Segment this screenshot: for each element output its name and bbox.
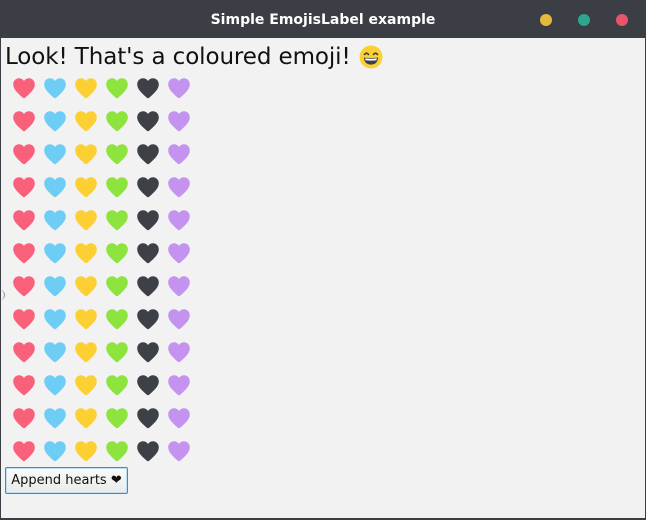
blue-heart-icon [44,177,66,198]
green-heart-icon [106,111,128,132]
close-button[interactable] [616,14,628,26]
heart-row [12,275,198,308]
blue-heart-icon [44,78,66,99]
red-heart-icon [13,78,35,99]
black-heart-icon [137,408,159,429]
blue-heart-icon [44,111,66,132]
yellow-heart-icon [75,210,97,231]
blue-heart-icon [44,309,66,330]
heart-row [12,77,198,110]
red-heart-icon [13,375,35,396]
purple-heart-icon [168,408,190,429]
red-heart-icon [13,177,35,198]
green-heart-icon [106,408,128,429]
append-hearts-button[interactable]: Append hearts ❤ [5,467,128,494]
blue-heart-icon [44,276,66,297]
black-heart-icon [137,243,159,264]
purple-heart-icon [168,210,190,231]
heart-row [12,209,198,242]
maximize-button[interactable] [578,14,590,26]
black-heart-icon [137,210,159,231]
blue-heart-icon [44,144,66,165]
green-heart-icon [106,243,128,264]
red-heart-icon [13,111,35,132]
green-heart-icon [106,177,128,198]
heart-row [12,176,198,209]
yellow-heart-icon [75,408,97,429]
heart-row [12,374,198,407]
red-heart-icon [13,210,35,231]
purple-heart-icon [168,111,190,132]
black-heart-icon [137,78,159,99]
purple-heart-icon [168,243,190,264]
heart-row [12,242,198,275]
yellow-heart-icon [75,111,97,132]
yellow-heart-icon [75,177,97,198]
yellow-heart-icon [75,309,97,330]
yellow-heart-icon [75,78,97,99]
black-heart-icon [137,342,159,363]
heart-row [12,341,198,374]
purple-heart-icon [168,309,190,330]
green-heart-icon [106,375,128,396]
red-heart-icon [13,144,35,165]
red-heart-icon [13,441,35,462]
blue-heart-icon [44,342,66,363]
black-heart-icon [137,309,159,330]
heart-row [12,308,198,341]
red-heart-icon [13,342,35,363]
heading-text: Look! That's a coloured emoji! [5,44,351,70]
green-heart-icon [106,78,128,99]
purple-heart-icon [168,276,190,297]
purple-heart-icon [168,78,190,99]
blue-heart-icon [44,408,66,429]
black-heart-icon [137,177,159,198]
purple-heart-icon [168,342,190,363]
minimize-button[interactable] [540,14,552,26]
heart-row [12,110,198,143]
purple-heart-icon [168,177,190,198]
red-heart-icon [13,276,35,297]
purple-heart-icon [168,441,190,462]
yellow-heart-icon [75,276,97,297]
black-heart-icon [137,276,159,297]
hearts-grid [12,77,198,473]
emojis-label-panel: Look! That's a coloured emoji! Append he… [1,38,645,518]
blue-heart-icon [44,243,66,264]
blue-heart-icon [44,210,66,231]
yellow-heart-icon [75,441,97,462]
purple-heart-icon [168,144,190,165]
heart-row [12,407,198,440]
green-heart-icon [106,210,128,231]
purple-heart-icon [168,375,190,396]
black-heart-icon [137,441,159,462]
yellow-heart-icon [75,243,97,264]
emoji-heading: Look! That's a coloured emoji! [5,41,383,73]
yellow-heart-icon [75,375,97,396]
red-heart-icon [13,408,35,429]
title-bar[interactable]: Simple EmojisLabel example [1,0,645,38]
heart-row [12,143,198,176]
blue-heart-icon [44,441,66,462]
black-heart-icon [137,375,159,396]
blue-heart-icon [44,375,66,396]
black-heart-icon [137,144,159,165]
grinning-face-icon [359,45,383,69]
green-heart-icon [106,144,128,165]
yellow-heart-icon [75,342,97,363]
green-heart-icon [106,441,128,462]
app-window: Simple EmojisLabel example Look! That's … [0,0,646,520]
yellow-heart-icon [75,144,97,165]
red-heart-icon [13,243,35,264]
black-heart-icon [137,111,159,132]
green-heart-icon [106,309,128,330]
edge-glyph [0,290,5,300]
red-heart-icon [13,309,35,330]
green-heart-icon [106,342,128,363]
green-heart-icon [106,276,128,297]
